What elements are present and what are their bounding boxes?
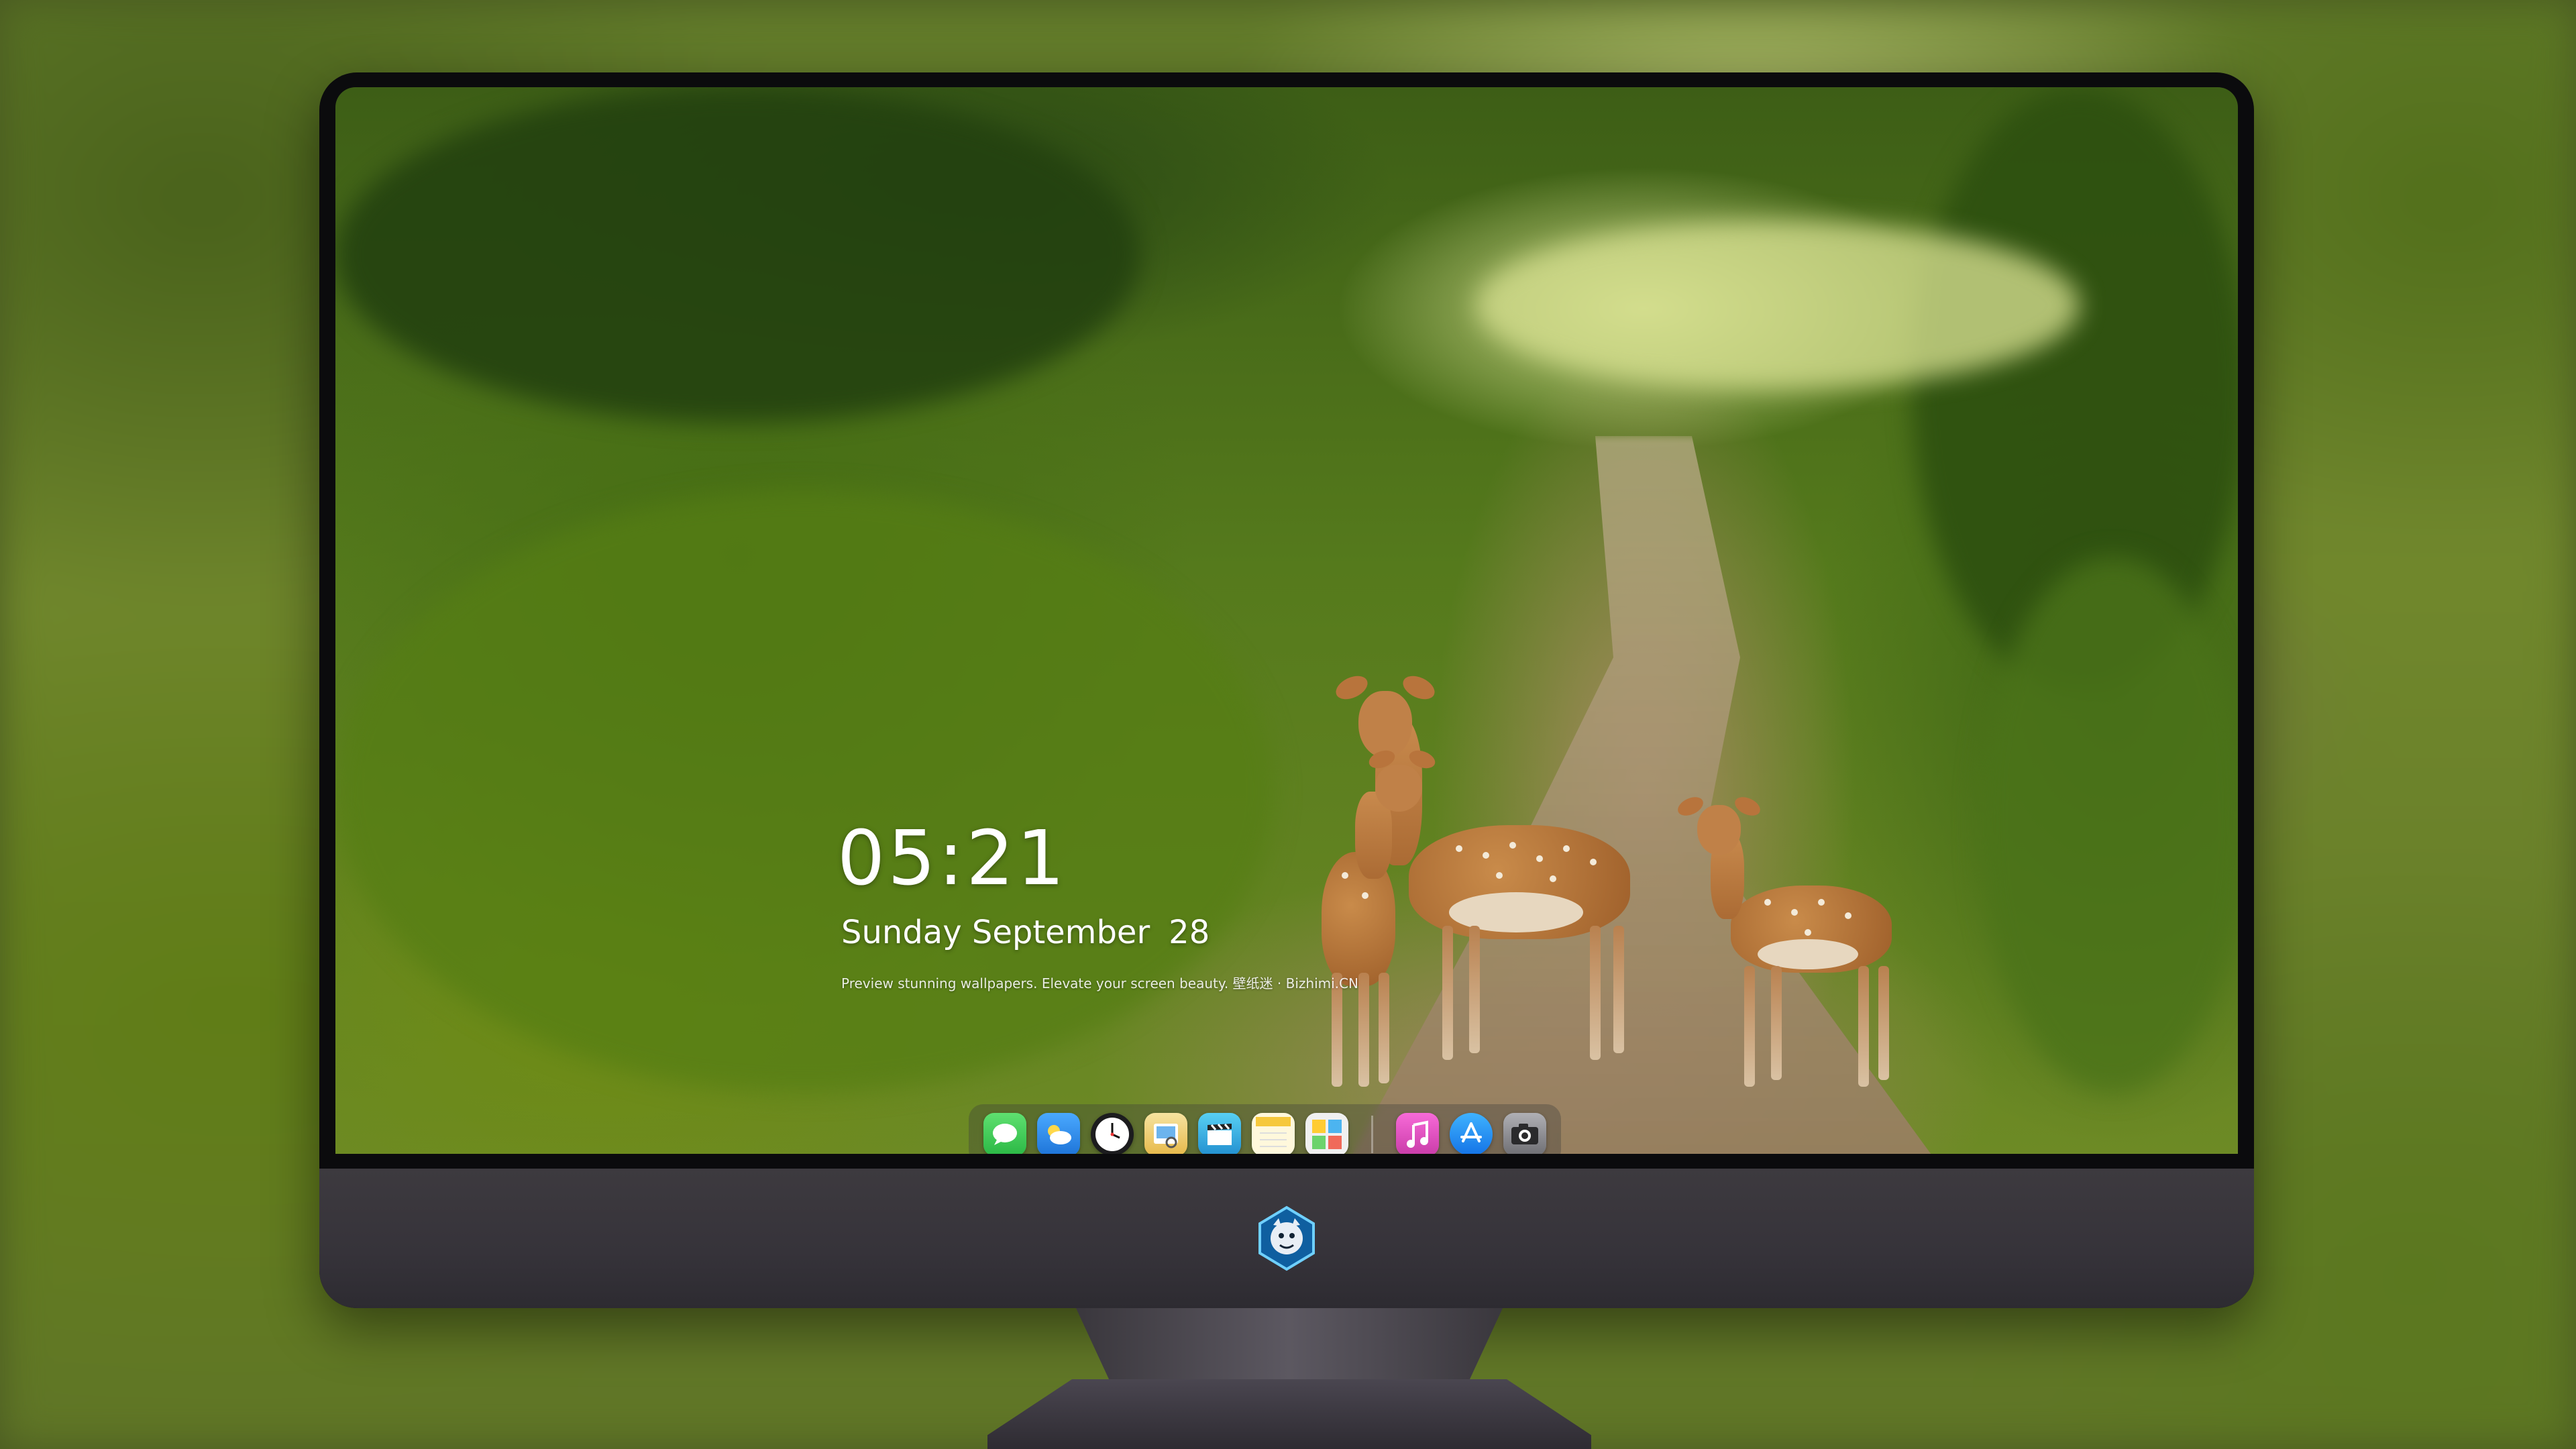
bushes-left: [335, 490, 1275, 1093]
deer-fawn-right: [1664, 793, 1945, 1107]
brand-logo-icon: [1253, 1205, 1320, 1272]
monitor-stand-neck: [1076, 1308, 1503, 1382]
preview-icon[interactable]: [1144, 1113, 1187, 1154]
messages-icon[interactable]: [983, 1113, 1026, 1154]
tree-canopy-left: [335, 87, 1140, 423]
camera-icon[interactable]: [1503, 1113, 1546, 1154]
deer-fawn-front: [1295, 738, 1469, 1100]
clapper-icon[interactable]: [1198, 1113, 1241, 1154]
lockscreen-date: Sunday September 28: [841, 914, 1210, 951]
monitor-stand-base: [987, 1379, 1591, 1449]
distant-clearing: [1476, 221, 2080, 389]
desktop-screen: 05:21 Sunday September 28 Preview stunnin…: [335, 87, 2238, 1154]
date-weekday-month: Sunday September: [841, 914, 1150, 951]
bushes-right: [1979, 557, 2238, 1093]
monitor: 05:21 Sunday September 28 Preview stunnin…: [319, 72, 2254, 1308]
music-icon[interactable]: [1396, 1113, 1439, 1154]
weather-icon[interactable]: [1037, 1113, 1080, 1154]
photo-booth-icon[interactable]: [1305, 1113, 1348, 1154]
app-store-icon[interactable]: [1450, 1113, 1493, 1154]
dock-separator: [1371, 1116, 1373, 1153]
dock: [969, 1104, 1561, 1154]
wallpaper-credit: Preview stunning wallpapers. Elevate you…: [841, 975, 1358, 991]
clock-icon[interactable]: [1091, 1113, 1134, 1154]
lockscreen-time: 05:21: [837, 815, 1067, 902]
notes-icon[interactable]: [1252, 1113, 1295, 1154]
date-day-number: 28: [1169, 914, 1210, 951]
